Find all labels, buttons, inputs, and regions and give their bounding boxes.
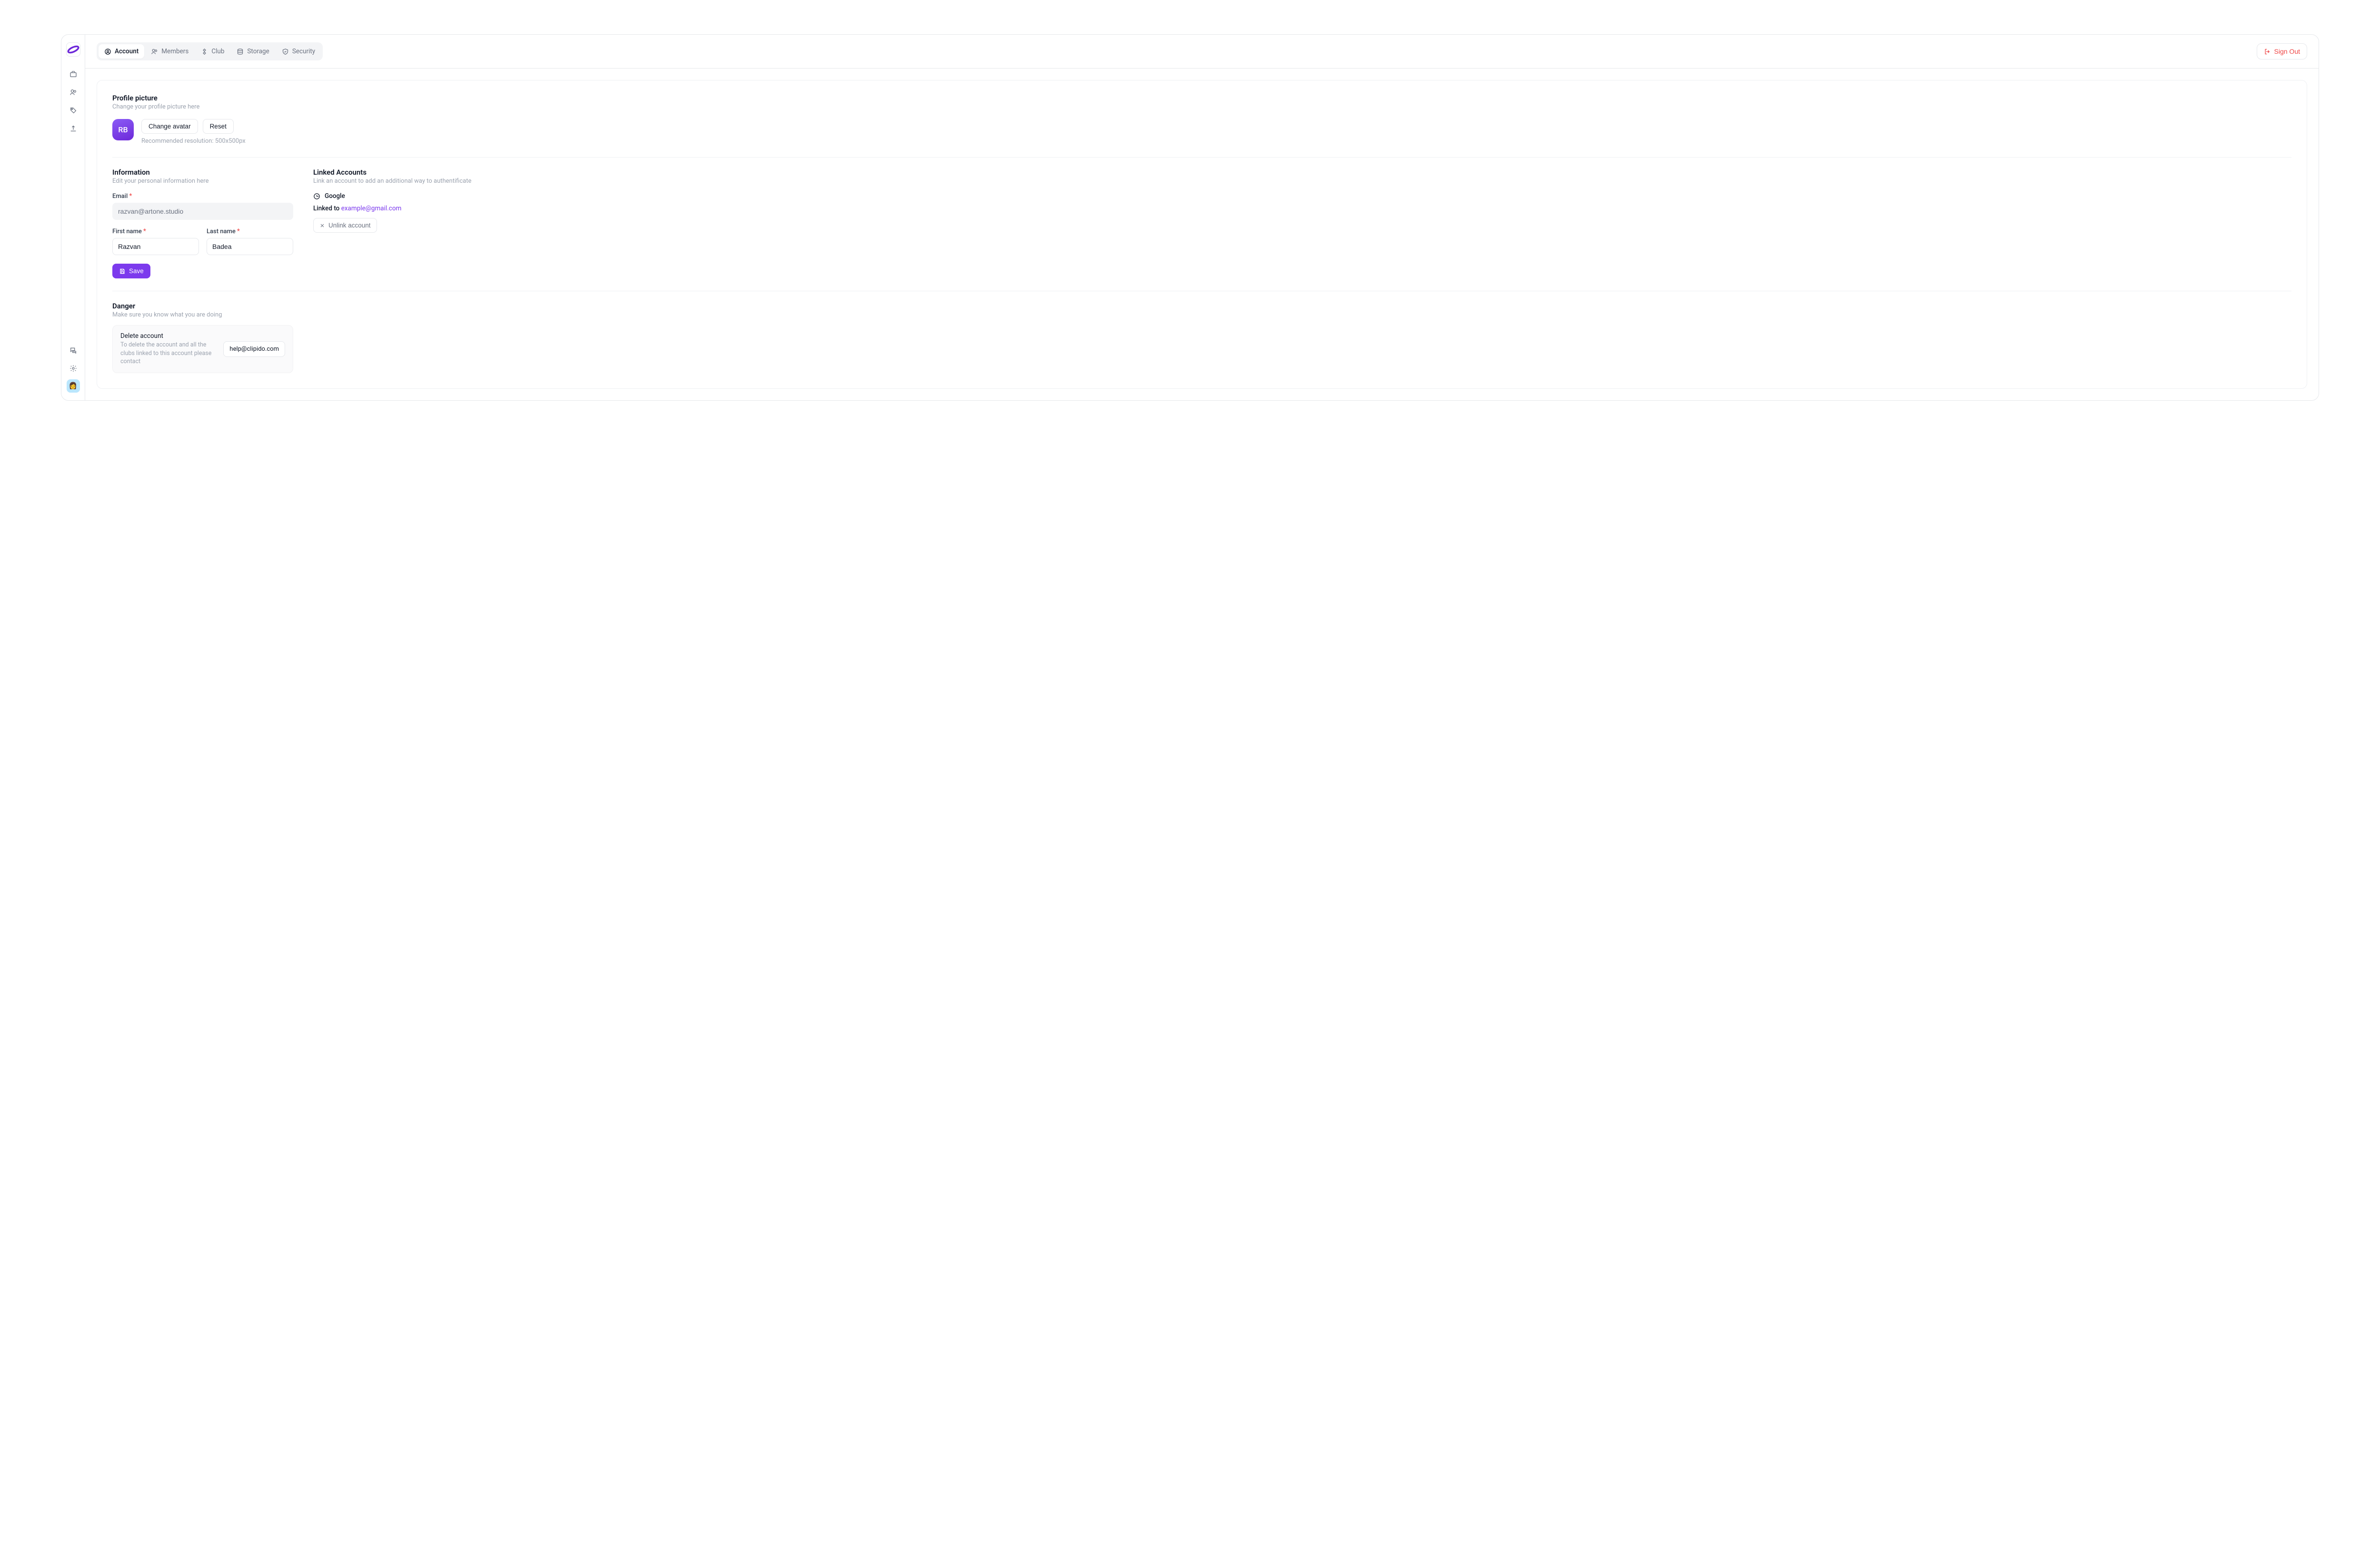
- app-logo[interactable]: [66, 42, 80, 57]
- tab-label: Account: [115, 48, 139, 55]
- tab-label: Members: [161, 48, 188, 55]
- logo-icon: [67, 43, 80, 56]
- sign-out-button[interactable]: Sign Out: [2257, 43, 2307, 59]
- reset-avatar-button[interactable]: Reset: [203, 119, 234, 134]
- required-marker: *: [237, 227, 240, 235]
- avatar-emoji: 👩: [69, 382, 77, 390]
- sidebar: 👩: [61, 35, 85, 400]
- last-name-label: Last name: [207, 228, 236, 235]
- app-frame: 👩 Account Members Club Stora: [61, 34, 2319, 401]
- avatar-hint: Recommended resolution: 500x500px: [141, 138, 246, 145]
- email-field: [112, 203, 293, 220]
- tags-icon: [69, 107, 77, 114]
- information-section: Information Edit your personal informati…: [112, 168, 293, 278]
- save-button[interactable]: Save: [112, 264, 150, 278]
- sidebar-user-avatar[interactable]: 👩: [67, 379, 80, 393]
- close-icon: [319, 223, 325, 228]
- change-avatar-button[interactable]: Change avatar: [141, 119, 198, 134]
- shield-icon: [282, 48, 289, 55]
- profile-title: Profile picture: [112, 94, 2291, 102]
- diamond-icon: [201, 48, 208, 55]
- info-subtitle: Edit your personal information here: [112, 178, 293, 185]
- sidebar-item-users[interactable]: [66, 85, 80, 99]
- users-icon: [151, 48, 158, 55]
- topbar: Account Members Club Storage Security: [85, 35, 2319, 69]
- provider-name: Google: [325, 192, 345, 200]
- sidebar-item-tags[interactable]: [66, 103, 80, 118]
- divider: [112, 157, 2291, 158]
- required-marker: *: [143, 227, 146, 235]
- linked-accounts-section: Linked Accounts Link an account to add a…: [313, 168, 2291, 278]
- sidebar-item-briefcase[interactable]: [66, 67, 80, 81]
- linked-subtitle: Link an account to add an additional way…: [313, 178, 2291, 185]
- users-icon: [69, 89, 77, 96]
- tab-account[interactable]: Account: [99, 44, 144, 59]
- linked-prefix: Linked to: [313, 205, 341, 212]
- sidebar-item-chat[interactable]: [66, 343, 80, 357]
- help-email-pill[interactable]: help@clipido.com: [223, 341, 285, 357]
- first-name-field[interactable]: [112, 238, 199, 255]
- avatar-initials: RB: [118, 125, 128, 134]
- sign-out-icon: [2264, 48, 2271, 55]
- gear-icon: [69, 365, 77, 372]
- tab-label: Club: [211, 48, 224, 55]
- tab-members[interactable]: Members: [145, 44, 194, 59]
- unlink-label: Unlink account: [328, 222, 371, 229]
- save-icon: [119, 268, 126, 275]
- briefcase-icon: [69, 70, 77, 78]
- tab-security[interactable]: Security: [276, 44, 321, 59]
- profile-subtitle: Change your profile picture here: [112, 103, 2291, 110]
- sidebar-item-settings[interactable]: [66, 361, 80, 376]
- user-circle-icon: [104, 48, 111, 55]
- email-label: Email: [112, 193, 128, 200]
- tab-label: Storage: [247, 48, 269, 55]
- linked-title: Linked Accounts: [313, 168, 2291, 177]
- upload-icon: [69, 125, 77, 132]
- tab-label: Security: [292, 48, 315, 55]
- last-name-field[interactable]: [207, 238, 293, 255]
- required-marker: *: [129, 192, 132, 200]
- sign-out-label: Sign Out: [2274, 48, 2300, 55]
- info-title: Information: [112, 168, 293, 177]
- linked-email: example@gmail.com: [341, 205, 402, 212]
- danger-title: Danger: [112, 302, 2291, 310]
- delete-account-body: To delete the account and all the clubs …: [120, 341, 215, 366]
- settings-tabs: Account Members Club Storage Security: [97, 42, 323, 60]
- save-label: Save: [129, 267, 144, 275]
- google-icon: [313, 193, 320, 200]
- provider-row: Google: [313, 192, 2291, 200]
- first-name-label: First name: [112, 228, 142, 235]
- avatar: RB: [112, 119, 134, 140]
- tab-storage[interactable]: Storage: [231, 44, 275, 59]
- danger-subtitle: Make sure you know what you are doing: [112, 311, 2291, 318]
- content-card: Profile picture Change your profile pict…: [97, 80, 2307, 389]
- delete-account-title: Delete account: [120, 332, 215, 340]
- tab-club[interactable]: Club: [195, 44, 230, 59]
- unlink-account-button[interactable]: Unlink account: [313, 218, 377, 233]
- profile-section: Profile picture Change your profile pict…: [112, 94, 2291, 145]
- sidebar-item-upload[interactable]: [66, 121, 80, 136]
- linked-text: Linked to example@gmail.com: [313, 205, 2291, 212]
- database-icon: [237, 48, 244, 55]
- danger-section: Danger Make sure you know what you are d…: [112, 302, 2291, 373]
- chat-icon: [69, 346, 77, 354]
